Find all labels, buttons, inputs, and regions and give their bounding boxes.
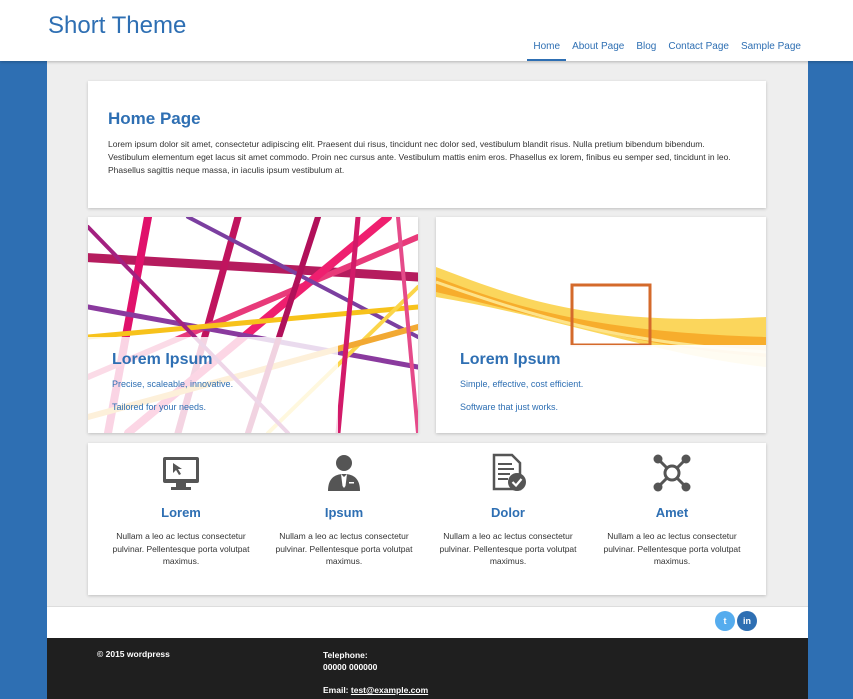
telephone-label: Telephone: [323,650,368,660]
telephone-number: 00000 000000 [323,662,378,672]
site-title[interactable]: Short Theme [48,12,186,40]
intro-text: Lorem ipsum dolor sit amet, consectetur … [108,139,731,175]
nav-blog[interactable]: Blog [630,41,662,61]
nav-contact-page[interactable]: Contact Page [662,41,735,61]
main-nav: Home About Page Blog Contact Page Sample… [527,41,807,61]
email-row: Email: test@example.com [323,684,428,696]
linkedin-icon[interactable]: in [737,611,757,631]
document-check-icon [492,453,526,491]
feature-card-1[interactable]: Lorem Ipsum Precise, scaleable, innovati… [88,217,418,433]
service-item: Dolor Nullam a leo ac lectus consectetur… [428,453,588,568]
feature-line: Software that just works. [460,402,559,412]
service-title: Ipsum [324,505,364,520]
feature-text-1: Lorem Ipsum Precise, scaleable, innovati… [112,351,233,425]
network-icon [653,454,691,492]
intro-card: Home Page Lorem ipsum dolor sit amet, co… [88,81,766,208]
service-title: Amet [655,505,689,520]
site-header: Short Theme Home About Page Blog Contact… [0,0,853,61]
service-text: Nullam a leo ac lectus consectetur pulvi… [275,531,413,566]
feature-text-2: Lorem Ipsum Simple, effective, cost effi… [460,351,583,425]
site-footer: © 2015 wordpress Telephone: 00000 000000… [47,638,808,699]
social-bar: t in [47,606,808,638]
feature-card-2[interactable]: Lorem Ipsum Simple, effective, cost effi… [436,217,766,433]
service-item: Ipsum Nullam a leo ac lectus consectetur… [264,453,424,568]
feature-title[interactable]: Lorem Ipsum [112,351,233,369]
contact-info: Telephone: 00000 000000 Email: test@exam… [323,649,428,696]
copyright: © 2015 wordpress [97,649,170,659]
service-item: Lorem Nullam a leo ac lectus consectetur… [101,453,261,568]
nav-home[interactable]: Home [527,41,567,61]
page-title: Home Page [108,109,201,128]
services-card: Lorem Nullam a leo ac lectus consectetur… [88,443,766,595]
user-tie-icon [328,455,360,491]
nav-sample-page[interactable]: Sample Page [735,41,807,61]
email-label: Email: [323,685,349,695]
service-text: Nullam a leo ac lectus consectetur pulvi… [603,531,741,566]
service-title: Lorem [161,505,201,520]
feature-line: Simple, effective, cost efficient. [460,379,584,389]
twitter-icon[interactable]: t [715,611,735,631]
service-title: Dolor [491,505,525,520]
nav-about-page[interactable]: About Page [566,41,630,61]
main-content: Home Page Lorem ipsum dolor sit amet, co… [47,61,808,606]
service-text: Nullam a leo ac lectus consectetur pulvi… [112,531,250,566]
monitor-icon [163,457,199,490]
feature-line: Precise, scaleable, innovative. [112,379,234,389]
email-link[interactable]: test@example.com [351,685,428,695]
service-text: Nullam a leo ac lectus consectetur pulvi… [439,531,577,566]
feature-title[interactable]: Lorem Ipsum [460,351,583,369]
service-item: Amet Nullam a leo ac lectus consectetur … [592,453,752,568]
feature-line: Tailored for your needs. [112,402,207,412]
